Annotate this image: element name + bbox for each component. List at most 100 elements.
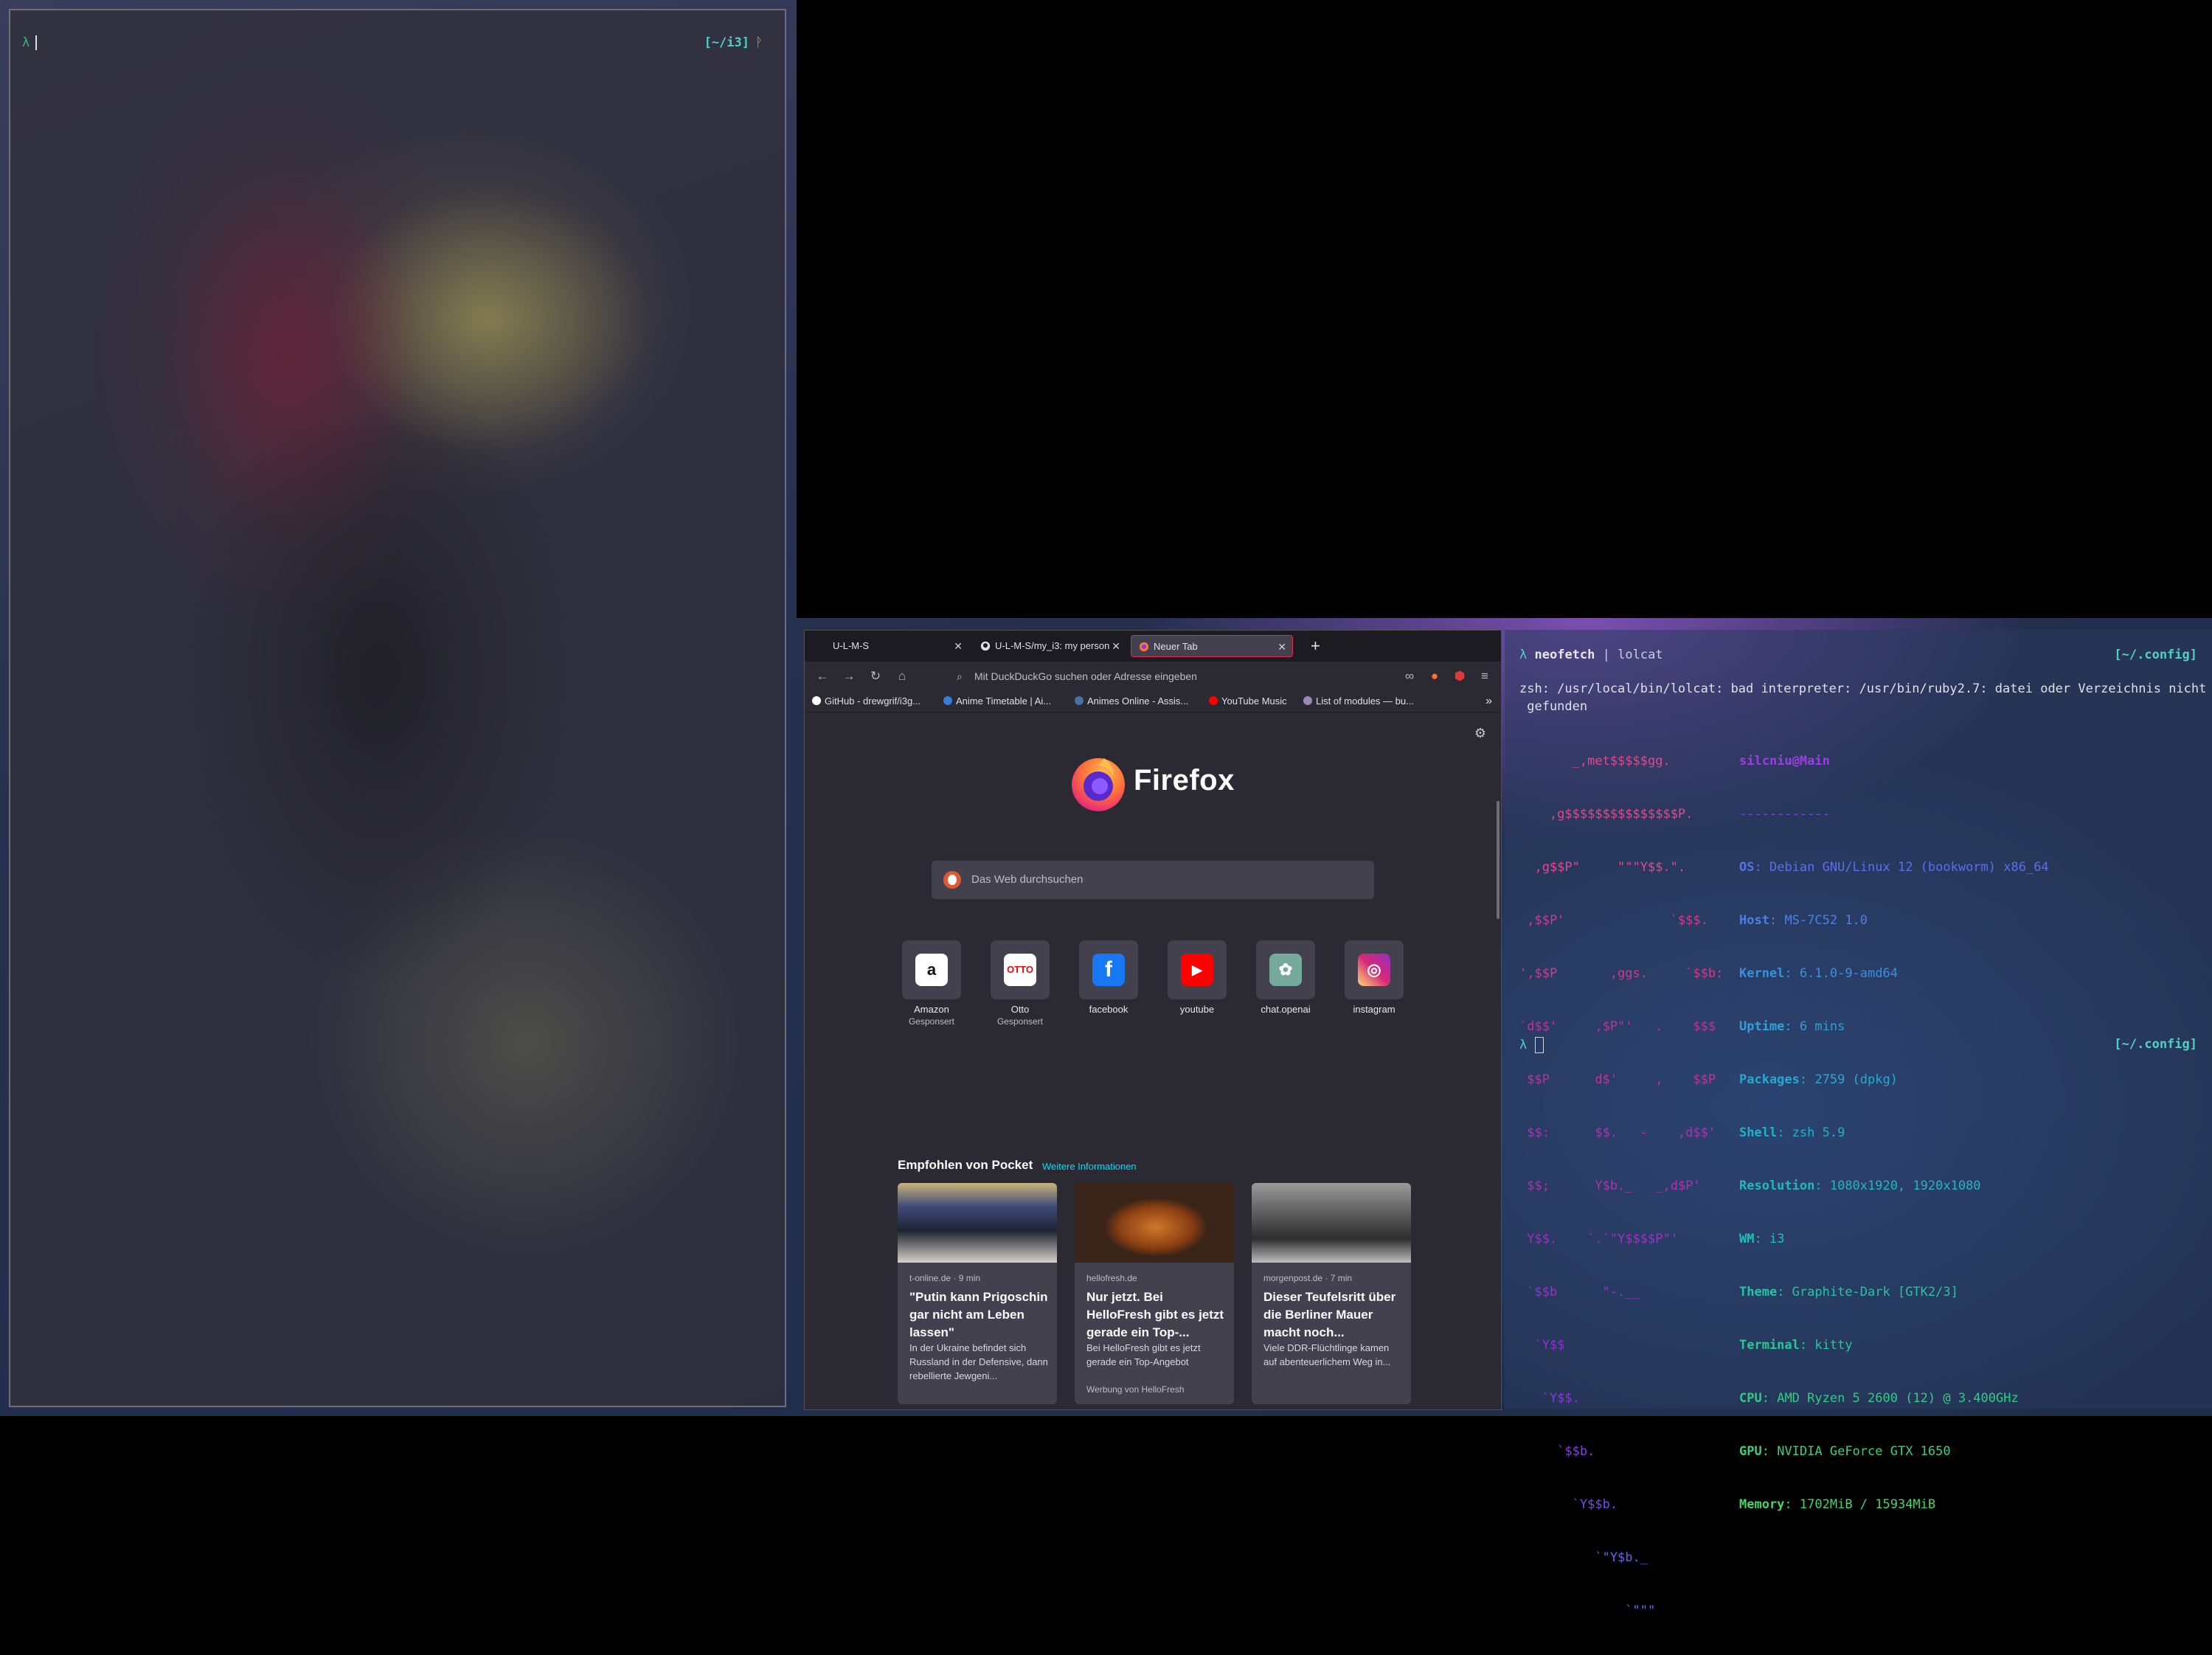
bookmark-label: Animes Online - Assis... [1087, 695, 1189, 707]
adblock-icon[interactable]: ⬢ [1451, 667, 1469, 685]
empty-workspace-area [797, 0, 2212, 618]
ascii-line: `Y$$b. [1519, 1497, 1618, 1512]
search-placeholder: Das Web durchsuchen [971, 873, 1084, 886]
facebook-icon: f [1092, 954, 1125, 986]
bookmark-label: GitHub - drewgrif/i3g... [825, 695, 921, 707]
shortcut-youtube[interactable]: ▶ youtube [1153, 940, 1241, 1015]
duckduckgo-icon [943, 871, 961, 889]
separator-line: ------------ [1739, 807, 1830, 822]
bookmark-favicon-icon [943, 696, 952, 705]
ascii-line: ,g$$P" """Y$$.". [1519, 860, 1686, 875]
ascii-line: $$; Y$b._ _,d$P' [1519, 1179, 1701, 1193]
git-branch-icon: ᚹ [755, 35, 763, 50]
bookmark-favicon-icon [1303, 696, 1312, 705]
shortcut-sponsored: Gesponsert [996, 1016, 1044, 1027]
info-row: Theme: Graphite-Dark [GTK2/3] [1739, 1285, 1958, 1300]
navigation-toolbar: ← → ↻ ⌂ ⌕ Mit DuckDuckGo suchen oder Adr… [805, 662, 1501, 691]
extension-firefox-icon[interactable]: ● [1426, 667, 1443, 685]
menu-hamburger-icon[interactable]: ≡ [1476, 667, 1494, 685]
amazon-icon: a [915, 954, 948, 986]
info-row: Shell: zsh 5.9 [1739, 1125, 1845, 1140]
sponsored-label: Werbung von HelloFresh [1086, 1384, 1185, 1395]
close-icon[interactable]: ✕ [954, 635, 963, 657]
article-excerpt: Viele DDR-Flüchtlinge kamen auf abenteue… [1263, 1342, 1391, 1367]
reload-icon[interactable]: ↻ [867, 667, 884, 685]
ascii-line: $$: $$. - ,d$$' [1519, 1125, 1716, 1140]
shortcut-label: instagram [1353, 1004, 1395, 1015]
bookmark-animes-online[interactable]: Animes Online - Assis... [1075, 694, 1188, 709]
ascii-line: `d$$' ,$P"' . $$$ [1519, 1019, 1716, 1034]
pocket-card[interactable]: t-online.de · 9 min "Putin kann Prigosch… [898, 1183, 1057, 1404]
firefox-icon [1139, 642, 1149, 652]
ascii-line: `Y$$ [1519, 1338, 1565, 1353]
shortcut-label: facebook [1089, 1004, 1128, 1015]
gear-icon[interactable]: ⚙ [1474, 726, 1486, 741]
info-row: Memory: 1702MiB / 15934MiB [1739, 1497, 1936, 1512]
bookmark-youtube-music[interactable]: YouTube Music [1209, 694, 1287, 709]
tab-new-tab[interactable]: Neuer Tab ✕ [1131, 635, 1293, 657]
ascii-line: ',$$P ,ggs. `$$b: [1519, 966, 1724, 981]
info-row: Uptime: 6 mins [1739, 1019, 1845, 1034]
info-row: CPU: AMD Ryzen 5 2600 (12) @ 3.400GHz [1739, 1391, 2019, 1406]
address-bar[interactable]: ⌕ Mit DuckDuckGo suchen oder Adresse ein… [949, 665, 1390, 687]
article-title: "Putin kann Prigoschin gar nicht am Lebe… [909, 1290, 1048, 1339]
web-search-input[interactable]: Das Web durchsuchen [932, 861, 1374, 899]
article-image [1075, 1183, 1234, 1263]
new-tab-button[interactable]: + [1311, 635, 1320, 657]
debian-ascii-logo: _,met$$$$$gg. ,g$$$$$$$$$$$$$$$P. ,g$$P"… [1519, 717, 1723, 1655]
left-terminal-window[interactable]: λ [~/i3] ᚹ [9, 9, 786, 1407]
bookmark-favicon-icon [1075, 696, 1084, 705]
command-arg: lolcat [1618, 648, 1663, 662]
shortcut-otto[interactable]: OTTO Otto Gesponsert [976, 940, 1064, 1027]
bookmark-list-of-modules[interactable]: List of modules — bu... [1303, 694, 1414, 709]
forward-arrow-icon[interactable]: → [840, 667, 858, 685]
bookmark-label: List of modules — bu... [1316, 695, 1414, 707]
pocket-card[interactable]: hellofresh.de Nur jetzt. Bei HelloFresh … [1075, 1183, 1234, 1404]
bookmarks-overflow-icon[interactable]: » [1485, 694, 1492, 709]
current-directory: [~/.config] [2114, 1037, 2197, 1052]
ascii-line: `$$b. [1519, 1444, 1595, 1459]
command-line: λ neofetch | lolcat [1519, 648, 1663, 662]
right-terminal-window[interactable]: λ neofetch | lolcat [~/.config] zsh: /us… [1505, 630, 2212, 1618]
pocket-heading: Empfohlen von Pocket [898, 1158, 1033, 1172]
prompt-symbol: λ [1519, 1038, 1528, 1052]
youtube-music-icon [1209, 696, 1218, 705]
article-image [1252, 1183, 1411, 1263]
info-row: Host: MS-7C52 1.0 [1739, 913, 1868, 928]
reader-icon[interactable]: ∞ [1401, 667, 1418, 685]
system-info: silcniu@Main ------------ OS: Debian GNU… [1739, 717, 2049, 1549]
article-excerpt: In der Ukraine befindet sich Russland in… [909, 1342, 1048, 1381]
info-row: OS: Debian GNU/Linux 12 (bookworm) x86_6… [1739, 860, 2049, 875]
article-source: hellofresh.de [1086, 1273, 1137, 1283]
home-icon[interactable]: ⌂ [893, 667, 911, 685]
shortcut-facebook[interactable]: f facebook [1064, 940, 1153, 1015]
pocket-more-link[interactable]: Weitere Informationen [1042, 1161, 1137, 1172]
shortcut-chat-openai[interactable]: ✿ chat.openai [1241, 940, 1330, 1015]
otto-icon: OTTO [1004, 954, 1036, 986]
article-excerpt: Bei HelloFresh gibt es jetzt gerade ein … [1086, 1342, 1201, 1367]
pocket-card[interactable]: morgenpost.de · 7 min Dieser Teufelsritt… [1252, 1183, 1411, 1404]
article-source: morgenpost.de · 7 min [1263, 1273, 1353, 1283]
shortcut-label: chat.openai [1261, 1004, 1311, 1015]
bookmark-anime-timetable[interactable]: Anime Timetable | Ai... [943, 694, 1051, 709]
github-icon [980, 641, 991, 651]
firefox-window[interactable]: U-L-M-S ✕ U-L-M-S/my_i3: my person ✕ Neu… [804, 630, 1502, 1410]
error-line: gefunden [1519, 699, 1588, 714]
bookmark-github[interactable]: GitHub - drewgrif/i3g... [812, 694, 920, 709]
back-arrow-icon[interactable]: ← [814, 667, 831, 685]
terminal-prompt[interactable]: λ [22, 35, 38, 50]
address-placeholder: Mit DuckDuckGo suchen oder Adresse einge… [974, 670, 1197, 682]
scrollbar[interactable] [1497, 801, 1499, 919]
tab-ulms[interactable]: U-L-M-S ✕ [811, 635, 968, 657]
close-icon[interactable]: ✕ [1277, 636, 1286, 656]
close-icon[interactable]: ✕ [1112, 635, 1120, 657]
terminal-background-art [10, 10, 785, 1406]
search-icon: ⌕ [957, 670, 963, 682]
tab-title: U-L-M-S [833, 640, 870, 651]
tab-bar: U-L-M-S ✕ U-L-M-S/my_i3: my person ✕ Neu… [805, 631, 1501, 662]
shortcut-amazon[interactable]: a Amazon Gesponsert [887, 940, 976, 1027]
terminal-prompt[interactable]: λ [1519, 1037, 1544, 1053]
firefox-logo-icon [1072, 758, 1125, 811]
shortcut-instagram[interactable]: ◎ instagram [1330, 940, 1418, 1015]
tab-github[interactable]: U-L-M-S/my_i3: my person ✕ [973, 635, 1126, 657]
